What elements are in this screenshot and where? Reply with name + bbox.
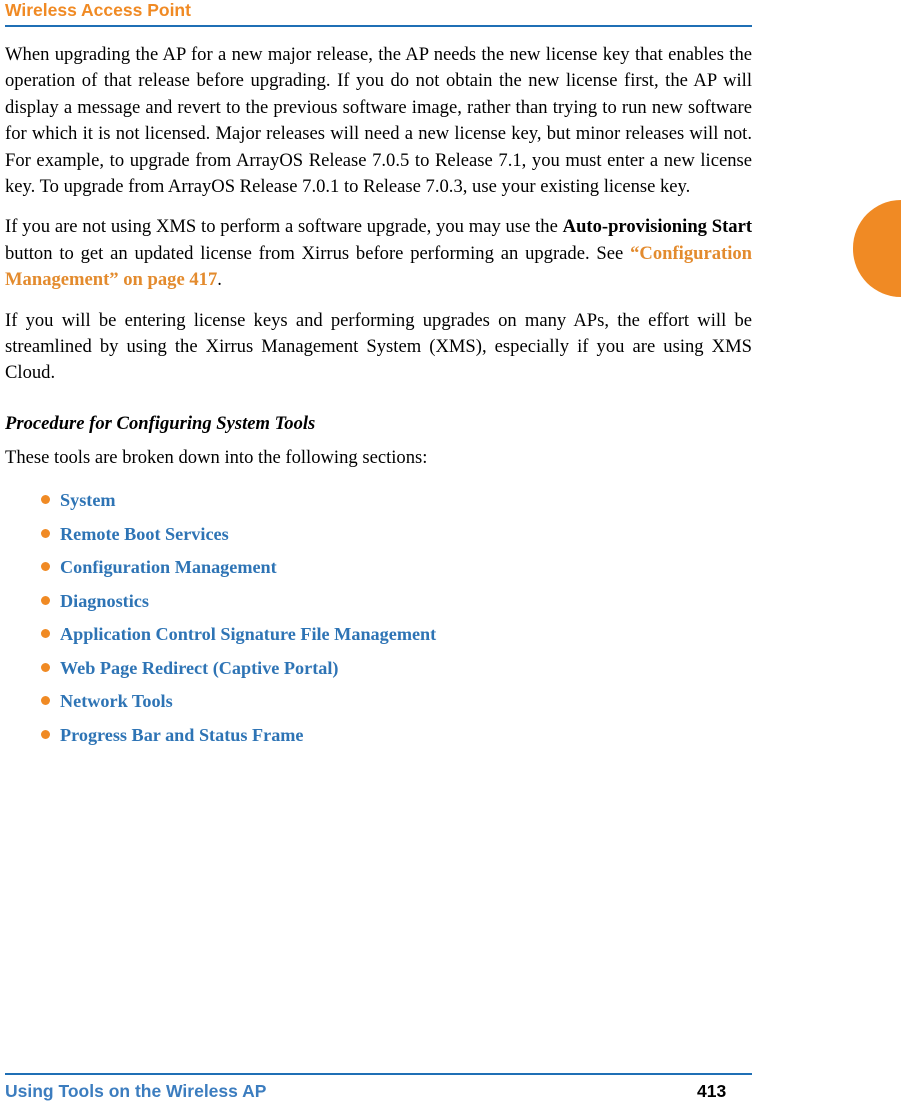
para2-text-a: If you are not using XMS to perform a so…: [5, 216, 563, 238]
footer-page-number: 413: [697, 1081, 727, 1101]
paragraph-auto-provisioning: If you are not using XMS to perform a so…: [5, 214, 752, 293]
list-item[interactable]: Remote Boot Services: [5, 523, 752, 545]
paragraph-license-upgrade: When upgrading the AP for a new major re…: [5, 44, 752, 198]
para2-bold-term: Auto-provisioning Start: [562, 216, 753, 238]
list-item[interactable]: Progress Bar and Status Frame: [5, 724, 752, 746]
section-link-network-tools[interactable]: Network Tools: [60, 691, 173, 711]
bullet-icon: [41, 729, 50, 739]
page-edge-tab: [853, 200, 901, 297]
document-page: Wireless Access Point When upgrading the…: [0, 0, 901, 1114]
bullet-icon: [41, 595, 50, 605]
section-links-list: System Remote Boot Services Configuratio…: [5, 489, 752, 746]
list-item[interactable]: System: [5, 489, 752, 511]
para2-text-c: .: [217, 269, 222, 291]
list-item[interactable]: Configuration Management: [5, 556, 752, 578]
section-link-diagnostics[interactable]: Diagnostics: [60, 591, 149, 611]
bullet-icon: [41, 629, 50, 639]
paragraph-xms: If you will be entering license keys and…: [5, 309, 752, 384]
section-link-application-control-signature-file-management[interactable]: Application Control Signature File Manag…: [60, 624, 436, 644]
section-intro-text: These tools are broken down into the fol…: [5, 446, 428, 468]
section-subheading: Procedure for Configuring System Tools: [5, 412, 316, 434]
bullet-icon: [41, 662, 50, 672]
page-header-title: Wireless Access Point: [5, 0, 191, 20]
list-item[interactable]: Application Control Signature File Manag…: [5, 623, 752, 645]
page-content: When upgrading the AP for a new major re…: [5, 42, 752, 757]
footer-divider: [5, 1073, 752, 1075]
list-item[interactable]: Network Tools: [5, 690, 752, 712]
section-link-system[interactable]: System: [60, 490, 116, 510]
bullet-icon: [41, 495, 50, 505]
bullet-icon: [41, 696, 50, 706]
section-link-web-page-redirect[interactable]: Web Page Redirect (Captive Portal): [60, 658, 338, 678]
footer-section-title: Using Tools on the Wireless AP: [5, 1081, 267, 1101]
section-link-configuration-management[interactable]: Configuration Management: [60, 557, 277, 577]
list-item[interactable]: Diagnostics: [5, 590, 752, 612]
list-item[interactable]: Web Page Redirect (Captive Portal): [5, 657, 752, 679]
section-link-remote-boot-services[interactable]: Remote Boot Services: [60, 524, 229, 544]
bullet-icon: [41, 528, 50, 538]
section-link-progress-bar-and-status-frame[interactable]: Progress Bar and Status Frame: [60, 725, 304, 745]
header-divider: [5, 25, 752, 27]
para2-text-b: button to get an updated license from Xi…: [5, 242, 631, 264]
bullet-icon: [41, 562, 50, 572]
